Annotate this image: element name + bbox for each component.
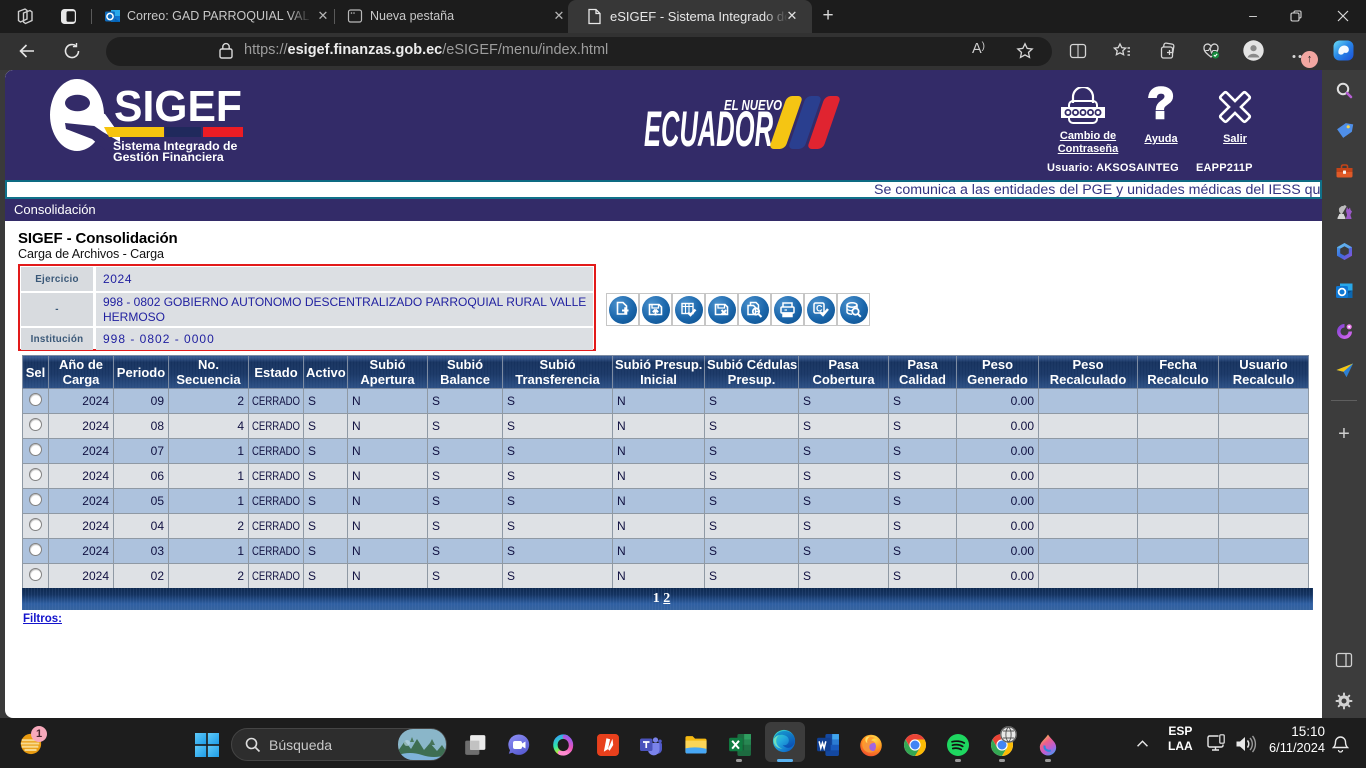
svg-text:ECUADOR: ECUADOR bbox=[644, 101, 773, 152]
svg-text:SIGEF: SIGEF bbox=[114, 82, 242, 130]
svg-text:C: C bbox=[816, 304, 823, 314]
